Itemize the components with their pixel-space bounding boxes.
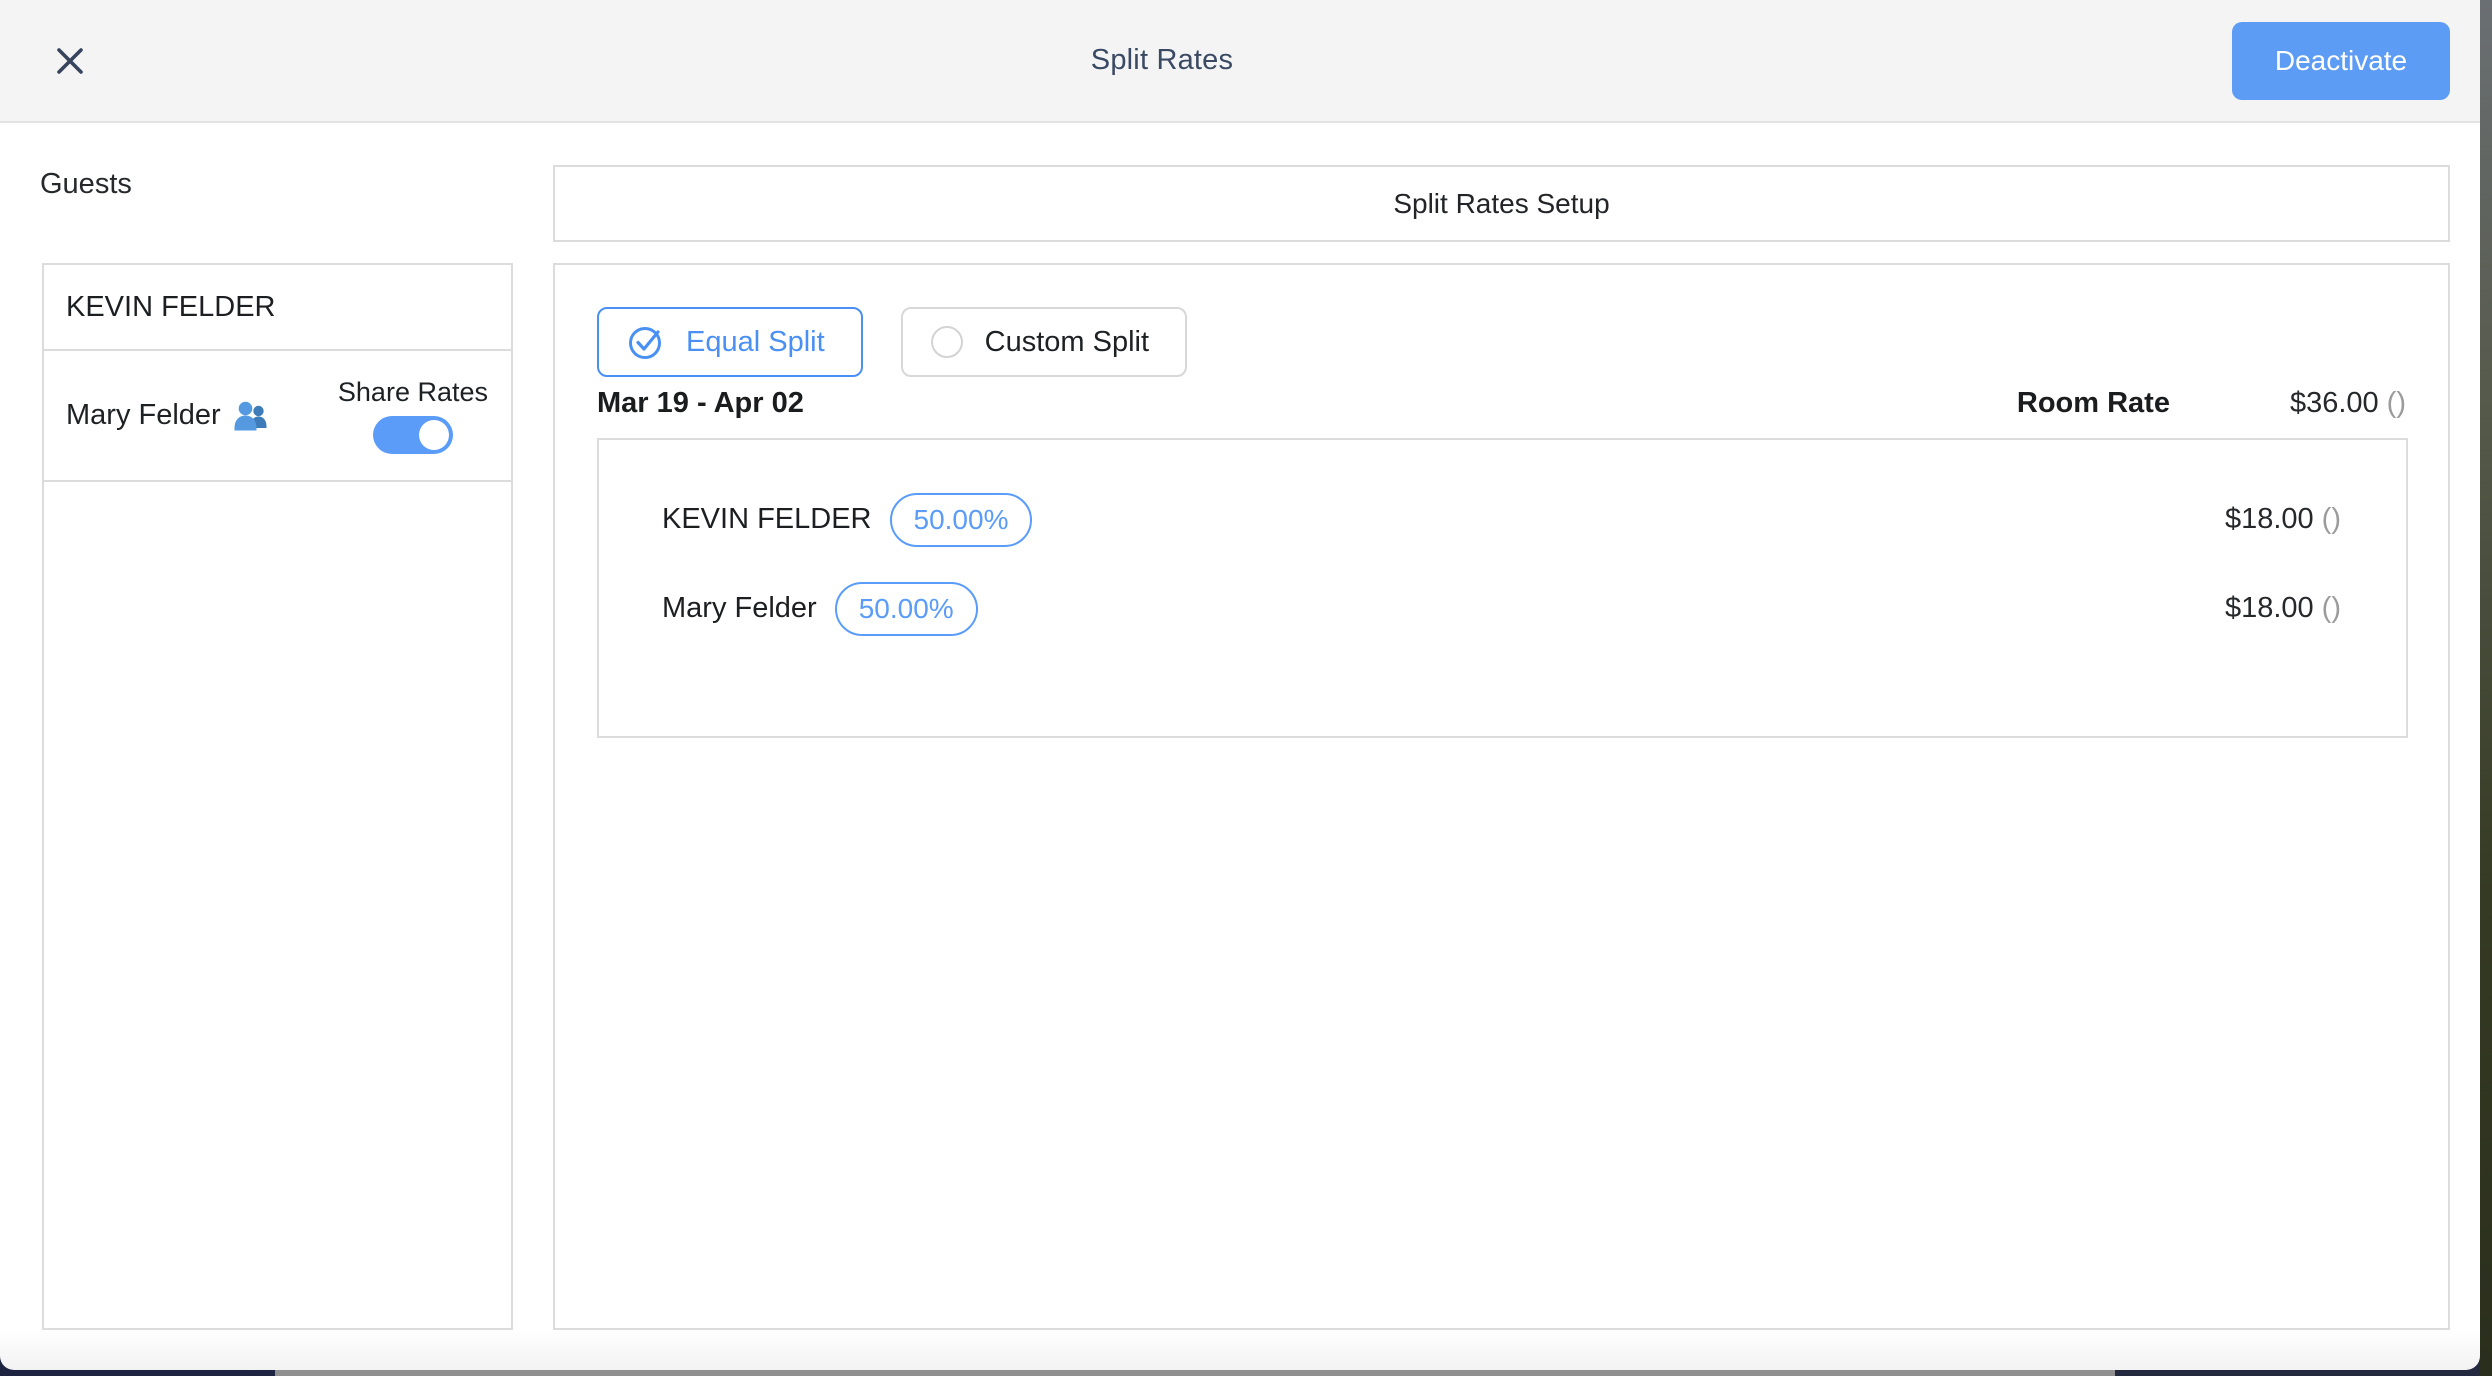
guests-section-label: Guests	[40, 168, 132, 201]
check-circle-icon	[627, 324, 664, 361]
split-rates-modal: Split Rates Deactivate Guests KEVIN FELD…	[0, 0, 2480, 1370]
split-guest-name: Mary Felder	[662, 592, 817, 625]
guests-panel: KEVIN FELDER Mary Felder	[42, 263, 513, 1330]
custom-split-label: Custom Split	[985, 326, 1149, 359]
primary-guest-name: KEVIN FELDER	[66, 291, 276, 324]
shared-guest-row[interactable]: Mary Felder Share Rates	[44, 351, 511, 482]
split-percent-field[interactable]: 50.00%	[890, 493, 1033, 547]
shared-guests-icon	[233, 400, 269, 432]
close-button[interactable]	[48, 39, 92, 83]
radio-unselected-icon	[931, 326, 963, 358]
split-amount: $18.00()	[2225, 503, 2341, 536]
split-percent-field[interactable]: 50.00%	[835, 582, 978, 636]
room-rate-suffix: ()	[2387, 387, 2406, 419]
rate-summary-row: Mar 19 - Apr 02 Room Rate $36.00()	[597, 387, 2408, 420]
modal-header: Split Rates Deactivate	[0, 0, 2480, 123]
close-icon	[55, 46, 85, 76]
equal-split-label: Equal Split	[686, 326, 825, 359]
split-mode-selector: Equal Split Custom Split	[597, 307, 2408, 377]
share-rates-label: Share Rates	[338, 377, 488, 408]
deactivate-button[interactable]: Deactivate	[2232, 22, 2450, 100]
split-rates-setup-panel: Equal Split Custom Split Mar 19 - Apr 02…	[553, 263, 2450, 1330]
split-amount: $18.00()	[2225, 592, 2341, 625]
modal-title: Split Rates	[92, 44, 2232, 77]
screen: Split Rates Deactivate Guests KEVIN FELD…	[0, 0, 2492, 1376]
room-rate-value: $36.00()	[2290, 387, 2406, 420]
split-amount-suffix: ()	[2322, 503, 2341, 535]
desktop-background-edge	[2480, 0, 2492, 1376]
equal-split-button[interactable]: Equal Split	[597, 307, 863, 377]
share-rates-toggle[interactable]	[373, 416, 453, 454]
primary-guest-row[interactable]: KEVIN FELDER	[44, 265, 511, 351]
room-rate-label: Room Rate	[2017, 387, 2170, 420]
setup-title: Split Rates Setup	[1393, 188, 1609, 220]
split-guest-name: KEVIN FELDER	[662, 503, 872, 536]
setup-title-bar: Split Rates Setup	[553, 165, 2450, 242]
split-detail-box: KEVIN FELDER 50.00% $18.00() Mary Felder…	[597, 438, 2408, 738]
split-amount-suffix: ()	[2322, 592, 2341, 624]
date-range: Mar 19 - Apr 02	[597, 387, 804, 420]
split-row-mary: Mary Felder 50.00% $18.00()	[662, 581, 2341, 636]
toggle-knob	[419, 420, 449, 450]
split-row-kevin: KEVIN FELDER 50.00% $18.00()	[662, 492, 2341, 547]
shared-guest-name: Mary Felder	[66, 399, 221, 432]
custom-split-button[interactable]: Custom Split	[901, 307, 1187, 377]
